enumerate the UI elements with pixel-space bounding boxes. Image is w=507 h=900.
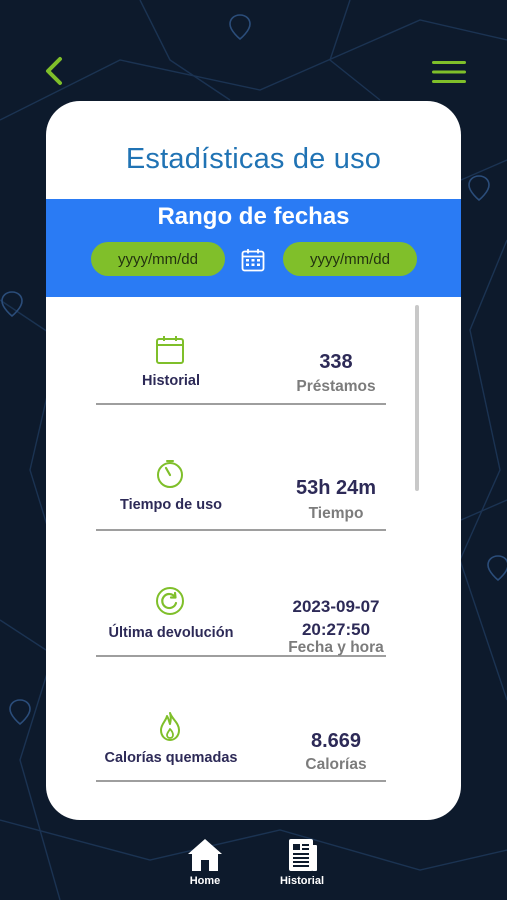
nav-historial[interactable]: Historial	[272, 836, 332, 890]
chevron-left-icon[interactable]	[40, 54, 70, 88]
hamburger-menu-icon[interactable]	[430, 58, 468, 86]
timer-icon	[157, 460, 183, 488]
calendar-icon	[156, 336, 184, 364]
stat-value-time: 20:27:50	[301, 620, 371, 639]
nav-historial-label: Historial	[279, 875, 324, 887]
stat-label: Calorías quemadas	[104, 750, 238, 766]
stat-unit: Fecha y hora	[288, 639, 384, 656]
scrollbar[interactable]	[415, 305, 419, 491]
end-date-input[interactable]	[283, 242, 417, 276]
stat-calorias-quemadas: Calorías quemadas 8.669 Calorías	[96, 664, 386, 782]
stat-unit: Préstamos	[296, 378, 376, 395]
calendar-icon[interactable]	[240, 247, 266, 273]
stat-unit: Calorías	[305, 756, 367, 773]
stat-label: Última devolución	[108, 625, 234, 641]
nav-home[interactable]: Home	[175, 836, 235, 890]
stat-ultima-devolucion: Última devolución 2023-09-07 20:27:50 Fe…	[96, 539, 386, 657]
return-icon	[156, 587, 184, 615]
page-title: Estadísticas de uso	[125, 143, 382, 175]
history-document-icon	[289, 839, 317, 871]
stat-tiempo-de-uso: Tiempo de uso 53h 24m Tiempo	[96, 413, 386, 531]
stat-value: 53h 24m	[295, 477, 377, 499]
usage-stats-card: Estadísticas de uso Rango de fechas Hist…	[46, 101, 461, 820]
date-range-title: Rango de fechas	[157, 203, 350, 230]
stat-historial: Historial 338 Préstamos	[96, 287, 386, 405]
flame-icon	[160, 712, 180, 741]
stat-value: 338	[319, 351, 353, 373]
home-icon	[188, 839, 222, 871]
stat-value-date: 2023-09-07	[292, 597, 380, 616]
start-date-input[interactable]	[91, 242, 225, 276]
stat-label: Historial	[141, 373, 200, 389]
nav-home-label: Home	[189, 875, 221, 887]
stat-value: 8.669	[310, 730, 362, 752]
stat-label: Tiempo de uso	[119, 497, 223, 513]
stat-unit: Tiempo	[308, 505, 364, 522]
